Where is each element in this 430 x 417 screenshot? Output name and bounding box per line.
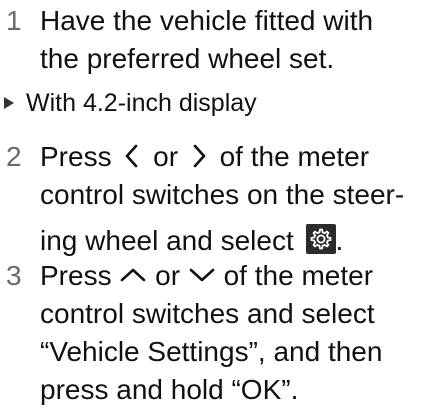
- step-text-fragment: Press: [40, 260, 112, 291]
- step-text-line: Press or of the meter: [40, 138, 424, 176]
- condition-text: With 4.2-inch display: [26, 89, 257, 117]
- step-text-fragment: of the meter: [219, 141, 370, 172]
- step-text-line: control switches and select: [40, 298, 375, 329]
- condition-marker-icon: [4, 97, 14, 109]
- step-number: 1: [6, 5, 22, 36]
- step-number: 3: [6, 260, 22, 291]
- left-angle-icon: [119, 143, 145, 169]
- settings-gear-icon: [305, 223, 336, 254]
- step-number: 2: [6, 141, 22, 172]
- step-text-fragment: or: [153, 141, 179, 172]
- step-text: Press or of the meter control switches o…: [40, 138, 424, 260]
- manual-page: 1 Have the vehicle fitted with the prefe…: [0, 0, 430, 417]
- step-text-fragment: Press: [40, 141, 112, 172]
- step-text-fragment: or: [155, 260, 181, 291]
- down-chevron-icon: [188, 263, 216, 287]
- step-text-line: Press or of the meter: [40, 257, 424, 295]
- right-angle-icon: [186, 143, 212, 169]
- step-text-line: the preferred wheel set.: [40, 43, 335, 74]
- step-text-fragment: of the meter: [223, 260, 374, 291]
- step-text-fragment: .: [335, 225, 344, 256]
- step-text-line: press and hold “OK”.: [40, 374, 299, 405]
- step-text-line: control switches on the steer-: [40, 179, 405, 210]
- step-text-line: Have the vehicle fitted with: [40, 5, 374, 36]
- step-text: Press or of the meter control switches a…: [40, 257, 424, 409]
- condition-note: With 4.2-inch display: [0, 86, 430, 120]
- step-text-fragment: ing wheel and select: [40, 225, 294, 256]
- up-chevron-icon: [119, 263, 147, 287]
- step-text-line: ing wheel and select .: [40, 222, 424, 260]
- step-text-line: “Vehicle Settings”, and then: [40, 336, 383, 367]
- step-text: Have the vehicle fitted with the preferr…: [40, 2, 424, 78]
